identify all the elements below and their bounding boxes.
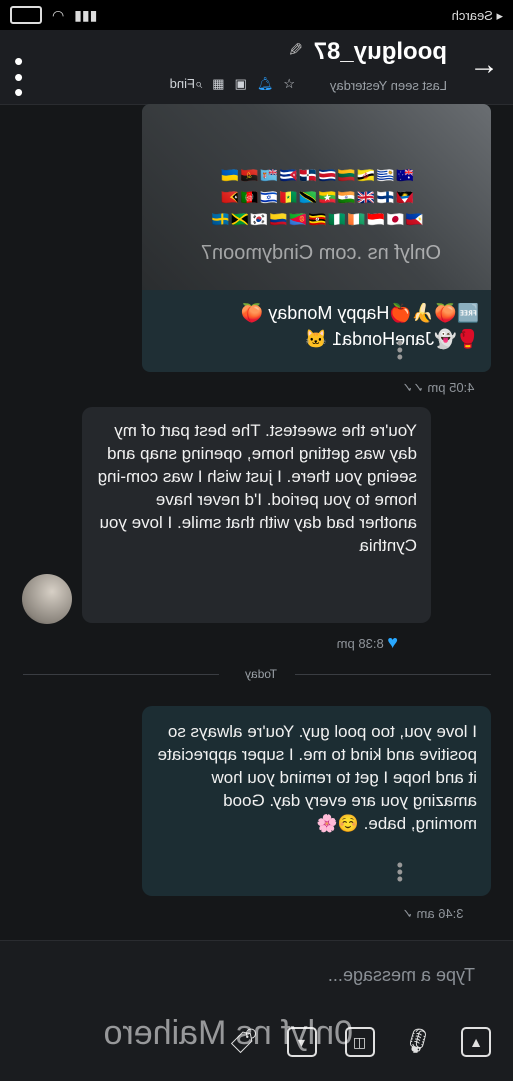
photo-watermark: Onlyf ns .com Cindymoon7: [200, 242, 441, 264]
avatar[interactable]: [22, 574, 72, 624]
image-icon[interactable]: ▦: [212, 76, 224, 92]
chat-title[interactable]: poolguy_87: [314, 38, 447, 66]
divider: [23, 674, 219, 675]
back-arrow-icon[interactable]: ←: [469, 48, 499, 82]
message-input[interactable]: Type a message...: [328, 965, 475, 986]
back-to-search-link[interactable]: ◂ Search: [452, 8, 503, 24]
message-menu-icon[interactable]: •••: [397, 333, 403, 367]
chat-header: ← poolguy_87 ✎ Last seen Yesterday ☆ 🔔︎ …: [0, 30, 513, 107]
status-bar: ◂ Search ▮▮▮ ◠: [0, 0, 513, 30]
caption-line: 🆓🍑🍌🍎Happy Monday 🍑: [240, 303, 479, 323]
read-check-icon: ✓✓: [402, 380, 424, 395]
footer-watermark: 0nlyf ns Maihero: [103, 1014, 353, 1052]
flags-row: 🇦🇺🇺🇾🇧🇳🇱🇹🇨🇷🇩🇴🇨🇺🇫🇯🇦🇴🇺🇦 🇦🇬🇫🇮🇬🇧🇮🇳🇲🇲🇹🇿🇸🇳🇮🇱🇦🇫🇹…: [142, 164, 491, 230]
message-text: You're the sweetest. The best part of my…: [97, 421, 417, 555]
vault-icon[interactable]: ▣: [235, 76, 247, 92]
message-text: I love you, too pool guy. You're always …: [157, 722, 477, 833]
incoming-message-bubble[interactable]: You're the sweetest. The best part of my…: [82, 407, 431, 623]
image-message-bubble[interactable]: 🇦🇺🇺🇾🇧🇳🇱🇹🇨🇷🇩🇴🇨🇺🇫🇯🇦🇴🇺🇦 🇦🇬🇫🇮🇬🇧🇮🇳🇲🇲🇹🇿🇸🇳🇮🇱🇦🇫🇹…: [142, 104, 491, 372]
bell-icon[interactable]: 🔔︎: [257, 76, 274, 92]
last-seen-status: Last seen Yesterday: [329, 78, 447, 93]
divider: [295, 674, 491, 675]
message-composer: Type a message... ▲ 🎙︎ ◫ ▾ 🏷︎: [0, 940, 513, 1081]
heart-icon[interactable]: ♥: [387, 632, 398, 652]
flags-line: 🇵🇭🇯🇵🇮🇩🇮🇪🇳🇬🇺🇬🇪🇷🇨🇴🇰🇷🇯🇲🇸🇪: [209, 211, 424, 227]
signal-icon: ▮▮▮: [74, 6, 98, 23]
caption-line: 🥊👻JaneHonda1 🐱: [304, 329, 479, 349]
find-label: Find: [169, 76, 195, 91]
day-label: Today: [244, 667, 277, 681]
sent-check-icon: ✓: [402, 906, 413, 921]
time-label: 3:46 am: [416, 906, 464, 921]
message-caption: 🆓🍑🍌🍎Happy Monday 🍑 🥊👻JaneHonda1 🐱: [241, 300, 479, 352]
battery-icon: [10, 6, 42, 24]
more-options-icon[interactable]: • • •: [14, 46, 23, 107]
message-menu-icon[interactable]: •••: [397, 855, 403, 889]
image-upload-icon[interactable]: ▲: [461, 1027, 491, 1057]
message-time: ♥ 8:38 pm: [337, 632, 398, 653]
time-label: 4:05 pm: [427, 380, 475, 395]
wifi-icon: ◠: [52, 6, 65, 23]
edit-pencil-icon[interactable]: ✎: [288, 40, 303, 61]
app-root: ◂ Search ▮▮▮ ◠ ← poolguy_87 ✎ Last seen …: [0, 0, 513, 1081]
time-label: 8:38 pm: [336, 636, 384, 651]
message-time: 4:05 pm ✓✓: [402, 380, 474, 396]
day-separator: Today: [23, 667, 491, 681]
flags-line: 🇦🇬🇫🇮🇬🇧🇮🇳🇲🇲🇹🇿🇸🇳🇮🇱🇦🇫🇹🇱: [219, 189, 414, 205]
message-time: 3:46 am ✓: [402, 906, 464, 922]
header-toolbar: ☆ 🔔︎ ▣ ▦ ⌕Find: [170, 76, 295, 92]
flags-line: 🇦🇺🇺🇾🇧🇳🇱🇹🇨🇷🇩🇴🇨🇺🇫🇯🇦🇴🇺🇦: [219, 167, 414, 183]
status-icons: ▮▮▮ ◠: [10, 6, 97, 24]
outgoing-message-bubble[interactable]: I love you, too pool guy. You're always …: [142, 706, 491, 896]
star-icon[interactable]: ☆: [283, 76, 295, 92]
microphone-icon[interactable]: 🎙︎: [403, 1027, 433, 1057]
find-button[interactable]: ⌕Find: [170, 76, 203, 92]
